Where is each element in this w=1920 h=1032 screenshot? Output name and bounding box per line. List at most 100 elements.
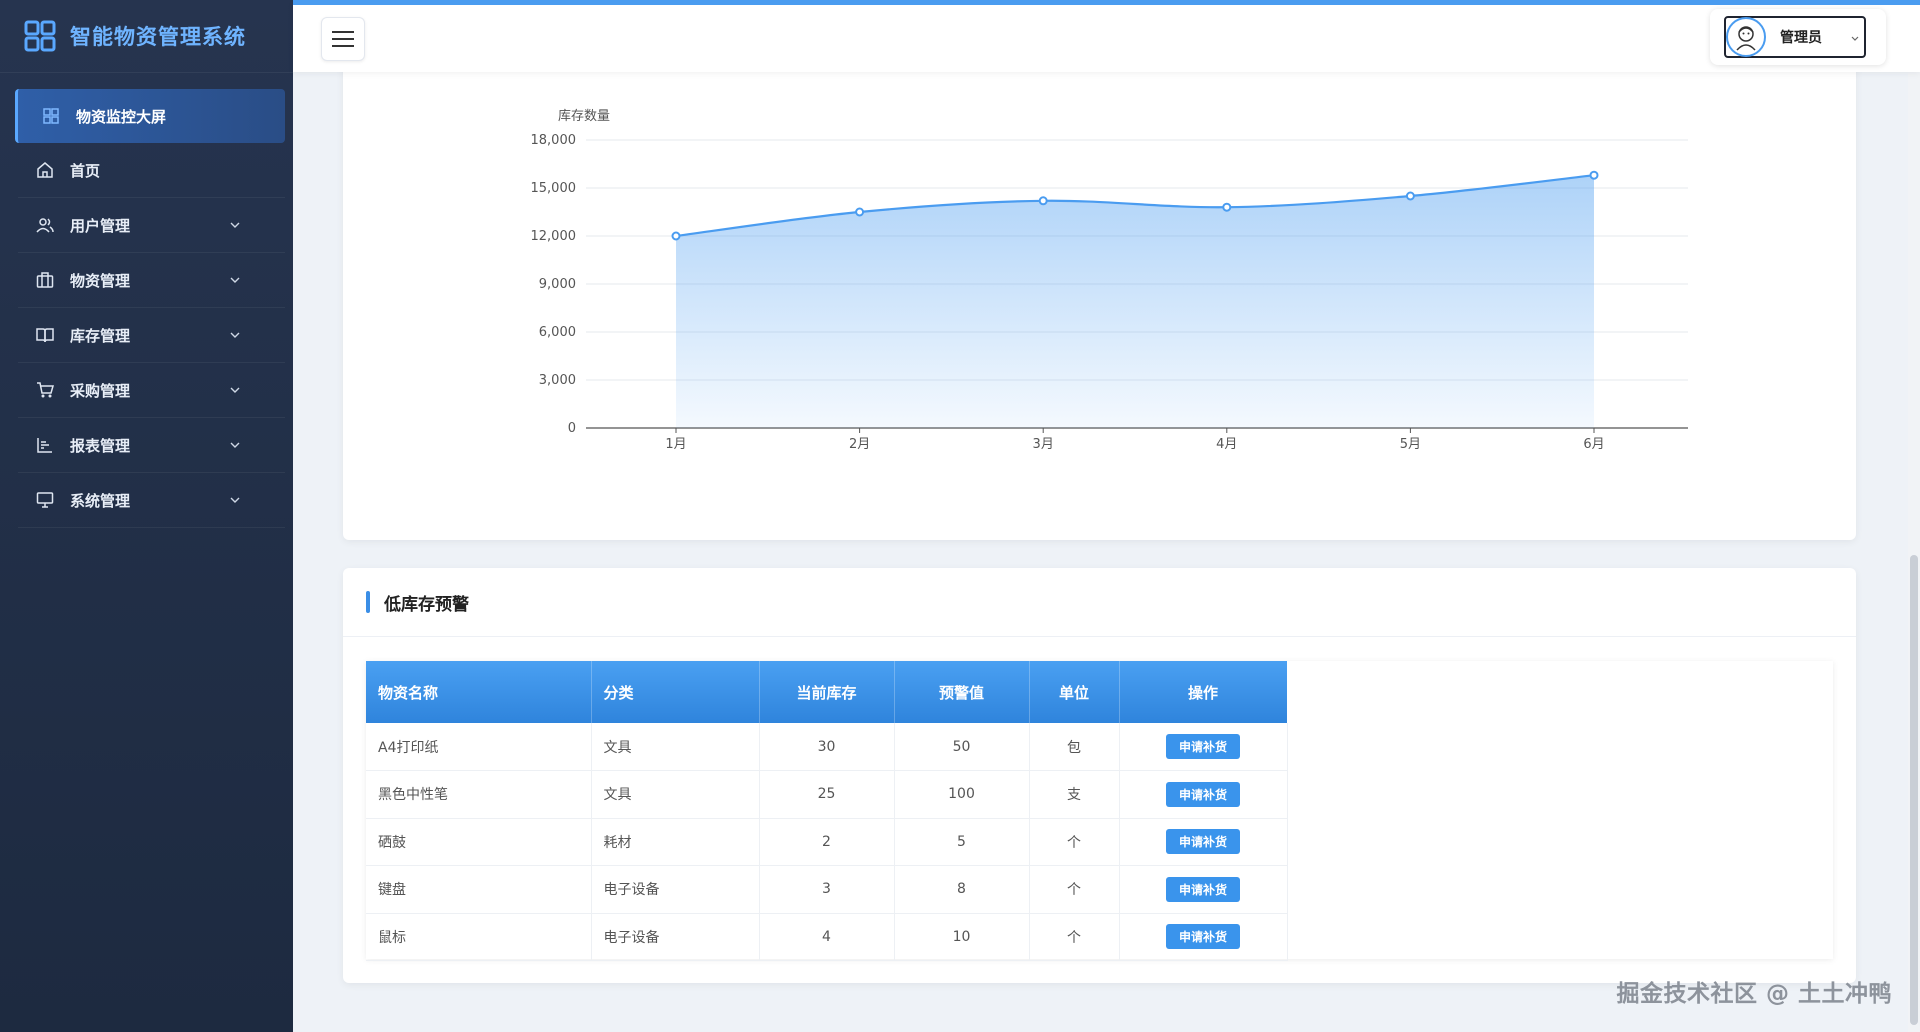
sidebar-item-6[interactable]: 报表管理	[18, 418, 285, 473]
top-header: 管理员	[293, 0, 1920, 72]
low-stock-title: 低库存预警	[384, 594, 469, 615]
cell-unit: 包	[1029, 723, 1120, 771]
low-stock-table: 物资名称 分类 当前库存 预警值 单位 操作 A4打印纸 文具 30 50 包申请补货黑…	[366, 661, 1288, 961]
cell-unit: 个	[1029, 818, 1120, 866]
hamburger-icon	[332, 31, 354, 47]
x-tick-label: 2月	[849, 437, 870, 452]
chevron-down-icon	[1851, 36, 1859, 41]
dashboard-grid-icon	[43, 108, 59, 124]
cell-name: 硒鼓	[366, 818, 592, 866]
y-tick-label: 3,000	[539, 373, 576, 388]
data-point	[1222, 202, 1232, 212]
request-restock-button[interactable]: 申请补货	[1165, 734, 1240, 759]
request-restock-button[interactable]: 申请补货	[1165, 876, 1240, 902]
cell-action: 申请补货	[1119, 723, 1288, 771]
sidebar-item-label: 采购管理	[70, 381, 131, 400]
sidebar-item-label: 物资管理	[70, 271, 131, 290]
home-icon	[37, 162, 53, 178]
user-menu[interactable]: 管理员	[1710, 9, 1886, 65]
x-tick-label: 4月	[1216, 437, 1237, 452]
cell-stock: 30	[759, 723, 895, 771]
chevron-down-icon	[230, 387, 240, 393]
watermark: 掘金技术社区 @ 土土冲鸭	[1616, 981, 1892, 1007]
cell-threshold: 8	[894, 865, 1030, 914]
cell-category: 文具	[591, 723, 760, 771]
sidebar-item-7[interactable]: 系统管理	[18, 473, 285, 528]
y-tick-label: 18,000	[531, 133, 577, 148]
cell-name: 黑色中性笔	[366, 770, 592, 819]
chevron-down-icon	[230, 277, 240, 283]
chevron-down-icon	[230, 222, 240, 228]
table-row: 黑色中性笔 文具 25 100 支 申请补货	[366, 770, 1288, 819]
request-restock-button[interactable]: 申请补货	[1165, 781, 1240, 807]
y-tick-label: 6,000	[539, 325, 576, 340]
cell-action: 申请补货	[1119, 818, 1288, 866]
sidebar-item-1[interactable]: 首页	[18, 143, 285, 198]
low-stock-card: 低库存预警 物资名称 分类 当前库存 预警值 单位 操作 A4打印纸 文具 30 50…	[343, 568, 1856, 983]
table-row: 键盘 电子设备 3 8 个 申请补货	[366, 865, 1288, 914]
y-tick-label: 12,000	[531, 229, 577, 244]
user-avatar-icon	[1726, 17, 1766, 57]
x-tick-label: 5月	[1400, 437, 1421, 452]
table-row: 硒鼓 耗材 2 5 个 申请补货	[366, 818, 1288, 866]
cell-action: 申请补货	[1119, 913, 1288, 961]
book-icon	[36, 328, 54, 343]
y-tick-label: 15,000	[531, 181, 577, 196]
data-point	[1589, 170, 1599, 180]
cell-threshold: 50	[894, 723, 1030, 771]
cart-icon	[37, 382, 54, 398]
low-stock-table-body: A4打印纸 文具 30 50 包申请补货 黑色中性笔 文具 25 100 支申请补货 硒鼓 耗材 2 5 个…	[366, 723, 1288, 961]
col-header-action[interactable]: 操作	[1119, 661, 1288, 723]
cell-unit: 个	[1029, 865, 1120, 914]
sidebar-item-label: 用户管理	[70, 216, 131, 235]
col-header-unit[interactable]: 单位	[1029, 661, 1120, 723]
table-header-row: 物资名称 分类 当前库存 预警值 单位 操作	[366, 661, 1288, 723]
page-scrollbar-thumb[interactable]	[1910, 555, 1918, 1025]
data-point	[1038, 196, 1048, 206]
monitor-icon	[36, 492, 54, 508]
briefcase-icon	[36, 272, 54, 288]
sidebar-item-2[interactable]: 用户管理	[18, 198, 285, 253]
cell-name: A4打印纸	[366, 723, 592, 771]
request-restock-button[interactable]: 申请补货	[1165, 924, 1240, 950]
cell-unit: 支	[1029, 770, 1120, 819]
chevron-down-icon	[230, 332, 240, 338]
cell-category: 文具	[591, 770, 760, 819]
user-dropdown[interactable]: 管理员	[1724, 16, 1866, 58]
data-point	[855, 207, 865, 217]
section-accent-bar	[366, 591, 370, 613]
sidebar-item-4[interactable]: 库存管理	[18, 308, 285, 363]
menu-toggle-button[interactable]	[321, 17, 365, 61]
cell-category: 电子设备	[591, 913, 760, 961]
bar-chart-icon	[37, 438, 52, 453]
sidebar-item-label: 库存管理	[70, 326, 131, 345]
series-area	[676, 175, 1594, 428]
x-tick-label: 6月	[1583, 437, 1604, 452]
brand: 智能物资管理系统	[0, 0, 293, 73]
chevron-down-icon	[230, 497, 240, 503]
data-point	[1405, 191, 1415, 201]
user-name: 管理员	[1780, 30, 1822, 46]
sidebar: 智能物资管理系统 物资监控大屏首页用户管理物资管理库存管理采购管理报表管理 系统管…	[0, 0, 293, 1032]
low-stock-table-wrap: 物资名称 分类 当前库存 预警值 单位 操作 A4打印纸 文具 30 50 包申请补货黑…	[366, 661, 1833, 961]
col-header-threshold[interactable]: 预警值	[894, 661, 1030, 723]
cell-name: 键盘	[366, 865, 592, 914]
request-restock-button[interactable]: 申请补货	[1165, 829, 1240, 855]
sidebar-item-3[interactable]: 物资管理	[18, 253, 285, 308]
sidebar-item-0[interactable]: 物资监控大屏	[15, 89, 285, 143]
col-header-name[interactable]: 物资名称	[366, 661, 592, 723]
cell-stock: 2	[759, 818, 895, 866]
cell-stock: 25	[759, 770, 895, 819]
chevron-down-icon	[230, 442, 240, 448]
users-icon	[36, 218, 54, 233]
inventory-trend-card: 0 3,000 6,000 9,000 12,000 15,000 18,000 库存数量 1月…	[343, 50, 1856, 540]
cell-stock: 3	[759, 865, 895, 914]
sidebar-item-label: 物资监控大屏	[76, 107, 167, 126]
sidebar-item-5[interactable]: 采购管理	[18, 363, 285, 418]
cell-action: 申请补货	[1119, 770, 1288, 819]
y-tick-label: 0	[568, 421, 576, 436]
cell-threshold: 100	[894, 770, 1030, 819]
col-header-stock[interactable]: 当前库存	[759, 661, 895, 723]
x-tick-label: 3月	[1033, 437, 1054, 452]
col-header-category[interactable]: 分类	[591, 661, 760, 723]
